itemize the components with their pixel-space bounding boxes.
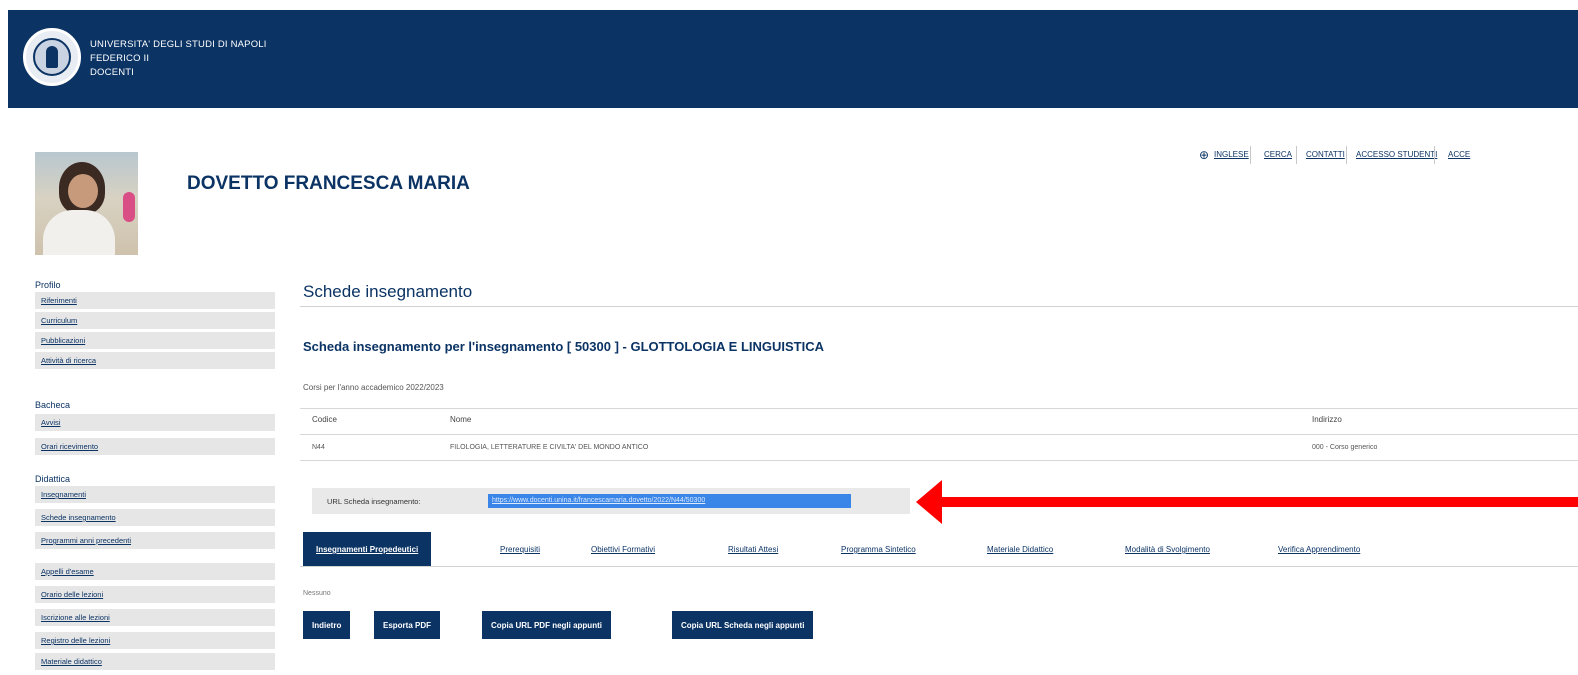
annotation-arrow-icon: [916, 480, 942, 524]
sidebar-item-curriculum[interactable]: Curriculum: [35, 312, 275, 329]
sidebar-item-orario-lezioni[interactable]: Orario delle lezioni: [35, 586, 275, 603]
topnav-contatti[interactable]: CONTATTI: [1306, 150, 1345, 159]
table-header-nome: Nome: [450, 415, 472, 424]
sidebar-item-riferimenti[interactable]: Riferimenti: [35, 292, 275, 309]
sidebar-section-profilo: Profilo: [35, 280, 61, 290]
sidebar-item-schede-insegnamento[interactable]: Schede insegnamento: [35, 509, 275, 526]
table-rule: [300, 434, 1578, 435]
table-header-codice: Codice: [312, 415, 337, 424]
page-title: Schede insegnamento: [303, 282, 473, 301]
topnav-divider: [1250, 146, 1251, 164]
sidebar-item-attivita-ricerca[interactable]: Attività di ricerca: [35, 352, 275, 369]
photo-shirt: [43, 210, 115, 255]
tab-verifica-apprendimento[interactable]: Verifica Apprendimento: [1278, 532, 1360, 567]
header-title[interactable]: UNIVERSITA' DEGLI STUDI DI NAPOLI FEDERI…: [90, 38, 267, 80]
annotation-arrow-shaft: [940, 497, 1578, 507]
seal-emblem-icon: [33, 38, 71, 76]
sidebar-item-appelli[interactable]: Appelli d'esame: [35, 563, 275, 580]
profile-photo: [35, 152, 138, 255]
sidebar-item-avvisi[interactable]: Avvisi: [35, 414, 275, 431]
table-rule: [300, 408, 1578, 409]
scheda-heading: Scheda insegnamento per l'insegnamento […: [303, 339, 825, 354]
topnav-divider: [1346, 146, 1347, 164]
sidebar-item-materiale-didattico[interactable]: Materiale didattico: [35, 653, 275, 670]
tab-risultati-attesi[interactable]: Risultati Attesi: [728, 532, 778, 567]
table-rule: [300, 460, 1578, 461]
title-divider: [300, 306, 1578, 307]
table-cell-indirizzo: 000 - Corso generico: [1312, 444, 1378, 451]
topnav-cerca[interactable]: CERCA: [1264, 150, 1292, 159]
tab-prerequisiti[interactable]: Prerequisiti: [500, 532, 540, 567]
indietro-button[interactable]: Indietro: [303, 611, 351, 639]
table-header-indirizzo: Indirizzo: [1312, 415, 1342, 424]
esporta-pdf-button[interactable]: Esporta PDF: [374, 611, 441, 639]
sidebar-item-registro-lezioni[interactable]: Registro delle lezioni: [35, 632, 275, 649]
tab-insegnamenti-propedeutici[interactable]: Insegnamenti Propedeutici: [303, 532, 432, 567]
sidebar-item-insegnamenti[interactable]: Insegnamenti: [35, 486, 275, 503]
copia-url-scheda-button[interactable]: Copia URL Scheda negli appunti: [672, 611, 814, 639]
tab-modalita-svolgimento[interactable]: Modalità di Svolgimento: [1125, 532, 1210, 567]
professor-name: DOVETTO FRANCESCA MARIA: [187, 173, 470, 194]
topnav-divider: [1434, 146, 1435, 164]
site-header: UNIVERSITA' DEGLI STUDI DI NAPOLI FEDERI…: [8, 10, 1578, 108]
tab-content-text: Nessuno: [303, 590, 331, 597]
tab-materiale-didattico[interactable]: Materiale Didattico: [987, 532, 1053, 567]
university-seal-logo[interactable]: [23, 28, 81, 86]
sidebar-item-iscrizione-lezioni[interactable]: Iscrizione alle lezioni: [35, 609, 275, 626]
header-line-docenti: DOCENTI: [90, 67, 135, 78]
sidebar-section-didattica: Didattica: [35, 474, 71, 484]
topnav-accesso-studenti[interactable]: ACCESSO STUDENTI: [1356, 150, 1437, 159]
copia-url-pdf-button[interactable]: Copia URL PDF negli appunti: [482, 611, 611, 639]
globe-icon[interactable]: ⊕: [1199, 148, 1209, 162]
topnav-lang-inglese[interactable]: INGLESE: [1214, 150, 1249, 159]
sidebar-item-programmi[interactable]: Programmi anni precedenti: [35, 532, 275, 549]
header-line-federico: FEDERICO II: [90, 53, 150, 64]
academic-year-label: Corsi per l'anno accademico 2022/2023: [303, 383, 444, 392]
sidebar-item-orari-ricevimento[interactable]: Orari ricevimento: [35, 438, 275, 455]
header-line-university: UNIVERSITA' DEGLI STUDI DI NAPOLI: [90, 39, 267, 50]
photo-face: [68, 174, 98, 208]
table-cell-codice: N44: [312, 444, 325, 451]
url-scheda-label: URL Scheda insegnamento:: [327, 497, 421, 506]
sidebar-section-bacheca: Bacheca: [35, 400, 71, 410]
photo-background-flower: [123, 192, 135, 222]
url-scheda-link[interactable]: https://www.docenti.unina.it/francescama…: [488, 494, 851, 508]
topnav-divider: [1296, 146, 1297, 164]
tab-obiettivi-formativi[interactable]: Obiettivi Formativi: [591, 532, 655, 567]
sidebar-item-pubblicazioni[interactable]: Pubblicazioni: [35, 332, 275, 349]
tabs-divider: [300, 566, 1578, 567]
table-cell-nome: FILOLOGIA, LETTERATURE E CIVILTA' DEL MO…: [450, 444, 649, 451]
tab-programma-sintetico[interactable]: Programma Sintetico: [841, 532, 916, 567]
topnav-accesso-docenti[interactable]: ACCE: [1448, 150, 1470, 159]
url-scheda-box: URL Scheda insegnamento: https://www.doc…: [312, 488, 910, 514]
